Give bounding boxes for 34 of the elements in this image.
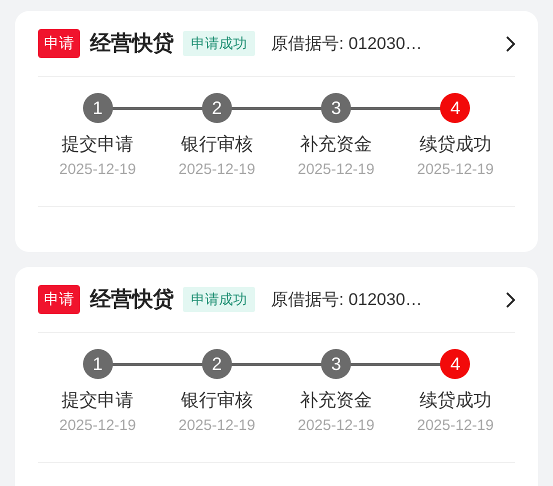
step-label: 提交申请 [62,389,134,412]
step-label: 补充资金 [300,389,372,412]
step-number: 2 [202,349,232,379]
step-date: 2025-12-19 [178,160,256,180]
chevron-right-icon[interactable] [505,292,515,308]
step-number: 4 [440,93,470,123]
status-badge: 申请成功 [183,287,255,312]
type-tag: 申请 [38,285,80,314]
step-label: 银行审核 [180,389,253,412]
step-date: 2025-12-19 [59,416,136,436]
step-number: 2 [202,93,232,123]
step-date: 2025-12-19 [417,160,494,180]
step-number: 1 [82,349,113,379]
status-badge: 申请成功 [183,31,255,56]
type-tag: 申请 [38,29,80,58]
step-date: 2025-12-19 [298,160,374,180]
step-label: 提交申请 [62,133,134,156]
step-label: 银行审核 [180,133,253,156]
reference-number: 原借据号: 012030… [271,288,422,311]
product-title: 经营快贷 [90,286,174,313]
product-title: 经营快贷 [90,30,174,57]
step-number: 3 [321,349,352,379]
step-date: 2025-12-19 [178,416,256,436]
step-number: 1 [82,93,113,123]
chevron-right-icon[interactable] [505,36,515,52]
step-label: 续贷成功 [419,389,492,412]
reference-number: 原借据号: 012030… [271,32,422,55]
step-date: 2025-12-19 [298,416,374,436]
step-number: 4 [440,349,470,379]
step-number: 3 [321,93,352,123]
step-label: 续贷成功 [419,133,492,156]
step-date: 2025-12-19 [59,160,136,180]
step-label: 补充资金 [300,133,372,156]
step-date: 2025-12-19 [417,416,494,436]
